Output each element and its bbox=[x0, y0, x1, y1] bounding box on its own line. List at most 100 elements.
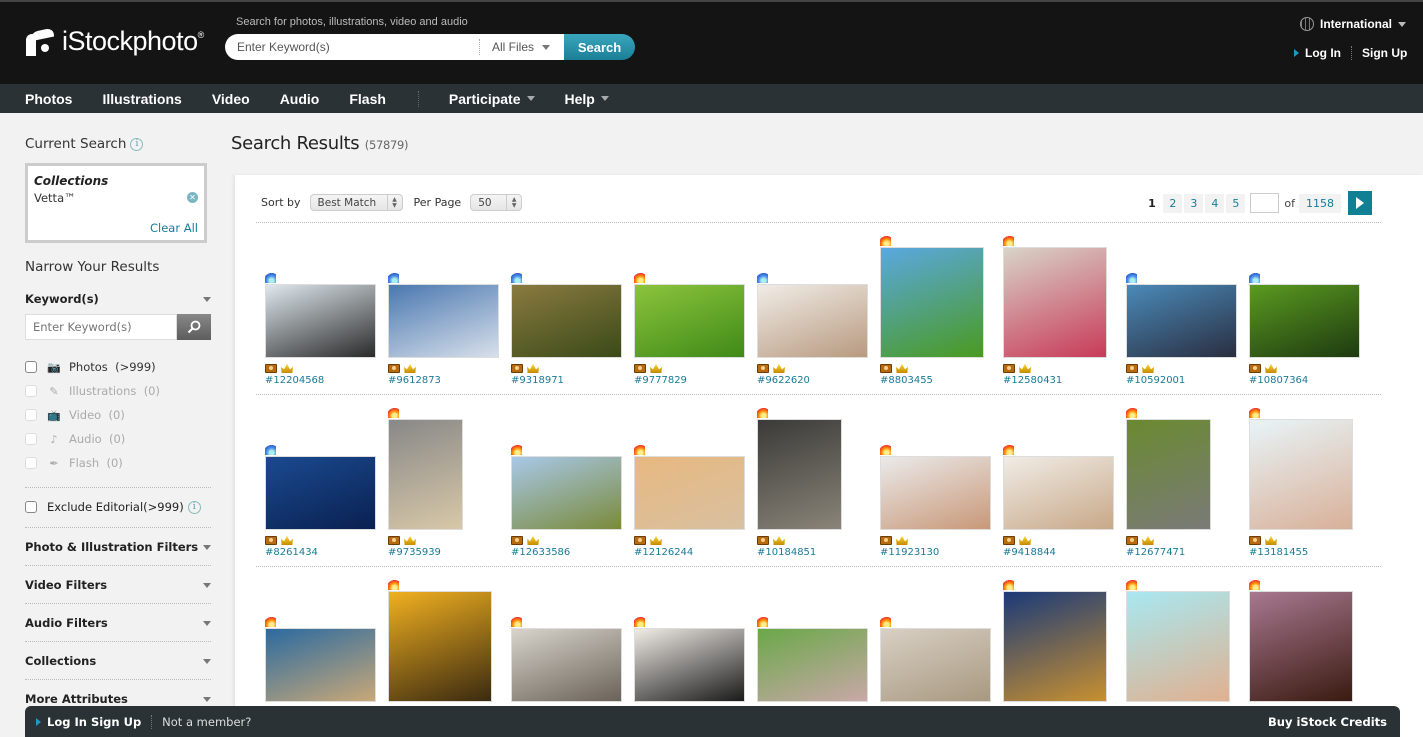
page-link[interactable]: 3 bbox=[1184, 193, 1204, 213]
thumbnail-image[interactable] bbox=[1249, 419, 1353, 530]
file-id-link[interactable]: #12126244 bbox=[634, 547, 693, 558]
thumbnail-image[interactable] bbox=[757, 628, 868, 702]
login-link[interactable]: Log In bbox=[1305, 46, 1341, 60]
camera-icon: 📷 bbox=[47, 360, 61, 374]
thumbnail-image[interactable] bbox=[388, 419, 463, 530]
thumbnail-image[interactable] bbox=[1126, 284, 1237, 358]
photo-camera-icon bbox=[1249, 364, 1261, 373]
thumbnail-image[interactable] bbox=[880, 456, 991, 530]
file-id-link[interactable]: #9735939 bbox=[388, 547, 441, 558]
type-filter-photos[interactable]: 📷 Photos (>999) bbox=[25, 359, 156, 375]
thumbnail-image[interactable] bbox=[880, 247, 984, 358]
thumbnail-image[interactable] bbox=[265, 284, 376, 358]
exclude-editorial[interactable]: Exclude Editorial(>999) i bbox=[25, 499, 201, 515]
filter-collections[interactable]: Collections bbox=[25, 654, 211, 668]
nav-video[interactable]: Video bbox=[212, 91, 250, 107]
thumbnail-image[interactable] bbox=[1249, 591, 1353, 702]
filter-photo-illustration[interactable]: Photo & Illustration Filters bbox=[25, 540, 211, 554]
file-id-link[interactable]: #9777829 bbox=[634, 375, 687, 386]
signup-link[interactable]: Sign Up bbox=[1362, 46, 1407, 60]
region-selector[interactable]: International bbox=[1300, 17, 1407, 31]
file-id-link[interactable]: #9622620 bbox=[757, 375, 810, 386]
remove-filter-icon[interactable]: ✕ bbox=[187, 192, 198, 203]
per-page-select[interactable]: 50 ▲ ▼ bbox=[470, 194, 523, 211]
file-id-link[interactable]: #9418844 bbox=[1003, 547, 1056, 558]
file-id-link[interactable]: #9318971 bbox=[511, 375, 564, 386]
file-id-link[interactable]: #9612873 bbox=[388, 375, 441, 386]
keyword-search-button[interactable] bbox=[177, 314, 211, 340]
nav-audio[interactable]: Audio bbox=[280, 91, 320, 107]
keyword-input[interactable] bbox=[25, 314, 177, 340]
vetta-crown-icon bbox=[404, 364, 416, 373]
thumbnail-image[interactable] bbox=[634, 284, 745, 358]
page-last-link[interactable]: 1158 bbox=[1299, 193, 1341, 213]
file-id-link[interactable]: #11923130 bbox=[880, 547, 939, 558]
chevron-down-icon bbox=[526, 96, 535, 101]
nav-flash[interactable]: Flash bbox=[349, 91, 386, 107]
info-icon[interactable]: i bbox=[187, 500, 201, 514]
bottom-bar: Log In Sign Up Not a member? Buy iStock … bbox=[25, 706, 1400, 737]
thumbnail-image[interactable] bbox=[1249, 284, 1360, 358]
search-button[interactable]: Search bbox=[564, 34, 635, 60]
thumbnail-image[interactable] bbox=[634, 456, 745, 530]
bottom-login-link[interactable]: Log In bbox=[47, 715, 87, 729]
chevron-down-icon bbox=[203, 544, 211, 550]
exclude-editorial-label: Exclude Editorial(>999) bbox=[47, 500, 184, 514]
exclude-editorial-checkbox[interactable] bbox=[25, 501, 37, 513]
page-link[interactable]: 2 bbox=[1163, 193, 1183, 213]
thumbnail-image[interactable] bbox=[511, 628, 622, 702]
bottom-signup-link[interactable]: Sign Up bbox=[91, 715, 141, 729]
thumbnail-image[interactable] bbox=[388, 284, 499, 358]
file-id-link[interactable]: #12580431 bbox=[1003, 375, 1062, 386]
page-link[interactable]: 4 bbox=[1205, 193, 1225, 213]
filter-audio[interactable]: Audio Filters bbox=[25, 616, 211, 630]
file-id-link[interactable]: #10807364 bbox=[1249, 375, 1308, 386]
file-id-link[interactable]: #8803455 bbox=[880, 375, 933, 386]
file-id-link[interactable]: #10184851 bbox=[757, 547, 816, 558]
thumbnail-image[interactable] bbox=[757, 284, 868, 358]
thumbnail-image[interactable] bbox=[1003, 456, 1114, 530]
nav-help[interactable]: Help bbox=[565, 91, 609, 107]
next-page-button[interactable] bbox=[1348, 191, 1372, 215]
thumbnail-image[interactable] bbox=[265, 628, 376, 702]
exclusive-plus-flame-icon bbox=[1003, 444, 1014, 455]
clear-all-link[interactable]: Clear All bbox=[150, 221, 198, 235]
info-icon[interactable]: i bbox=[130, 137, 144, 151]
page-number-input[interactable] bbox=[1250, 193, 1280, 213]
photos-checkbox[interactable] bbox=[25, 361, 37, 373]
thumbnail-image[interactable] bbox=[511, 456, 622, 530]
thumbnail-image[interactable] bbox=[880, 628, 991, 702]
badges bbox=[1126, 364, 1154, 373]
thumbnail-image[interactable] bbox=[511, 284, 622, 358]
filter-video[interactable]: Video Filters bbox=[25, 578, 211, 592]
thumbnail-image[interactable] bbox=[1003, 247, 1107, 358]
page-link[interactable]: 5 bbox=[1226, 193, 1246, 213]
logo[interactable]: iStockphoto® bbox=[26, 26, 204, 57]
file-id-link[interactable]: #8261434 bbox=[265, 547, 318, 558]
file-id-link[interactable]: #12633586 bbox=[511, 547, 570, 558]
thumbnail-image[interactable] bbox=[1126, 591, 1230, 702]
file-id-link[interactable]: #10592001 bbox=[1126, 375, 1185, 386]
exclusive-plus-flame-icon bbox=[388, 407, 399, 418]
file-id-link[interactable]: #13181455 bbox=[1249, 547, 1308, 558]
thumbnail-image[interactable] bbox=[265, 456, 376, 530]
sort-label: Sort by bbox=[261, 196, 301, 209]
nav-participate[interactable]: Participate bbox=[449, 91, 535, 107]
file-id-link[interactable]: #12204568 bbox=[265, 375, 324, 386]
nav-photos[interactable]: Photos bbox=[25, 91, 72, 107]
thumbnail-image[interactable] bbox=[388, 591, 492, 702]
sort-select[interactable]: Best Match ▲ ▼ bbox=[309, 194, 403, 211]
thumbnail-image[interactable] bbox=[1003, 591, 1107, 702]
file-type-select[interactable]: All Files bbox=[479, 39, 563, 55]
filter-more-attributes[interactable]: More Attributes bbox=[25, 692, 211, 706]
thumbnail-image[interactable] bbox=[757, 419, 842, 530]
search-input[interactable] bbox=[237, 40, 477, 54]
thumbnail-image[interactable] bbox=[634, 628, 745, 702]
buy-credits-link[interactable]: Buy iStock Credits bbox=[1268, 715, 1387, 729]
thumbnail-image[interactable] bbox=[1126, 419, 1211, 530]
keyword-section-header[interactable]: Keyword(s) bbox=[25, 292, 211, 306]
file-id-link[interactable]: #12677471 bbox=[1126, 547, 1185, 558]
exclusive-flame-icon bbox=[265, 272, 276, 283]
badges bbox=[1126, 536, 1154, 545]
nav-illustrations[interactable]: Illustrations bbox=[102, 91, 181, 107]
